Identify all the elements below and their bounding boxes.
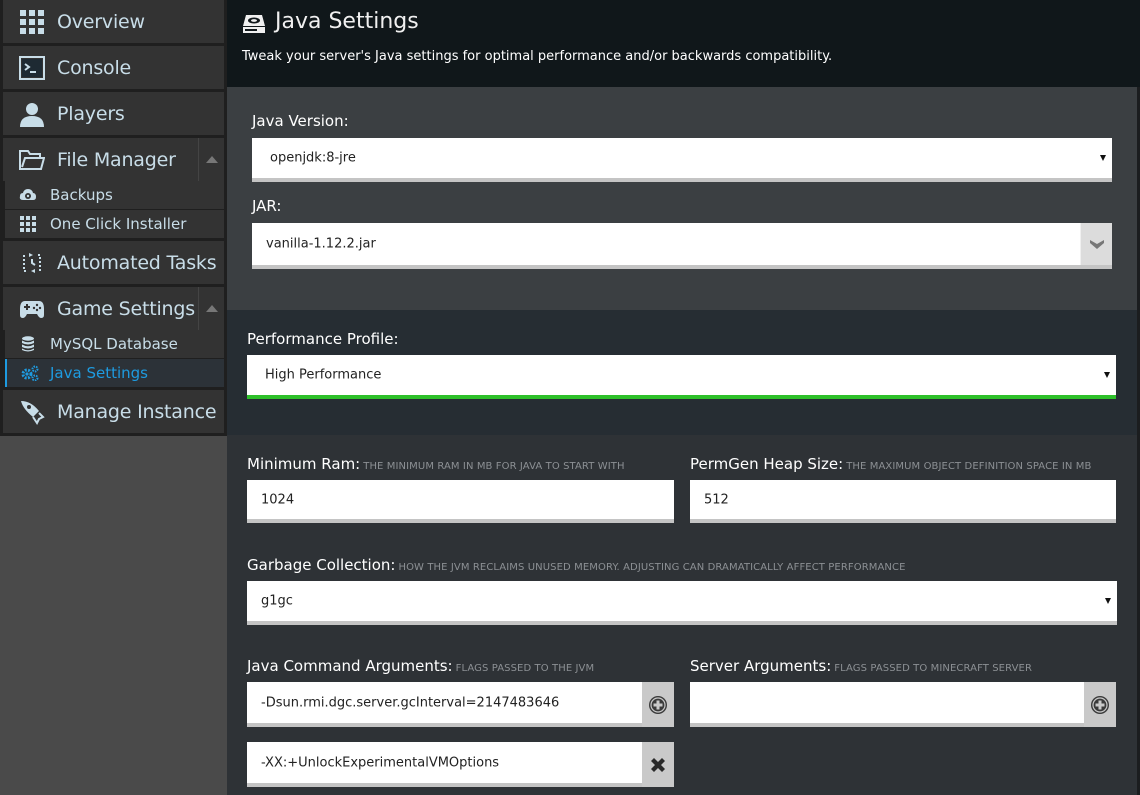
add-java-arg-button[interactable] — [642, 682, 674, 727]
server-arg-row — [690, 682, 1116, 727]
java-args-label-text: Java Command Arguments: — [247, 657, 453, 675]
permgen-heap-input[interactable]: 512 — [690, 480, 1116, 523]
remove-java-arg-button[interactable] — [642, 742, 674, 787]
sidebar-item-label: Game Settings — [57, 297, 195, 320]
close-icon — [651, 757, 665, 772]
sidebar-item-console[interactable]: Console — [3, 46, 224, 89]
server-args-label-text: Server Arguments: — [690, 657, 832, 675]
sidebar-item-java-settings[interactable]: Java Settings — [5, 359, 224, 387]
jar-label: JAR: — [252, 197, 282, 215]
sidebar-item-label: MySQL Database — [50, 335, 178, 353]
sidebar-item-label: Automated Tasks — [57, 251, 217, 274]
user-icon — [19, 101, 45, 127]
sidebar: Overview Console Players File Manager Ba… — [0, 0, 227, 795]
chevron-down-icon — [1089, 239, 1104, 249]
jar-value: vanilla-1.12.2.jar — [266, 236, 376, 252]
sidebar-item-label: Players — [57, 102, 125, 125]
main-content: Java Settings Tweak your server's Java s… — [227, 0, 1140, 795]
jar-select[interactable]: vanilla-1.12.2.jar — [252, 223, 1112, 269]
cogs-icon — [21, 364, 39, 382]
java-version-label: Java Version: — [252, 112, 349, 130]
sidebar-item-label: Java Settings — [50, 364, 148, 382]
sidebar-item-label: Console — [57, 56, 132, 79]
grid-icon — [19, 9, 45, 35]
performance-profile-value: High Performance — [265, 367, 382, 383]
chevron-up-icon — [205, 305, 218, 312]
page-subtitle: Tweak your server's Java settings for op… — [242, 49, 833, 64]
performance-profile-select[interactable]: High Performance — [247, 355, 1116, 399]
refresh-clock-icon — [19, 250, 45, 276]
collapse-toggle[interactable] — [198, 138, 224, 181]
terminal-icon — [19, 55, 45, 81]
plus-circle-icon — [1091, 695, 1109, 714]
page-header: Java Settings Tweak your server's Java s… — [227, 0, 1140, 87]
garbage-collection-select[interactable]: g1gc — [247, 581, 1117, 625]
backup-icon — [19, 186, 37, 204]
minimum-ram-label-text: Minimum Ram: — [247, 455, 361, 473]
java-args-label: Java Command Arguments: Flags passed to t… — [247, 657, 594, 675]
sidebar-item-one-click-installer[interactable]: One Click Installer — [5, 210, 224, 238]
add-server-arg-button[interactable] — [1084, 682, 1116, 727]
caret-down-icon — [1100, 155, 1106, 161]
sidebar-item-backups[interactable]: Backups — [5, 181, 224, 209]
garbage-collection-hint: How the JVM reclaims unused memory. Adju… — [398, 562, 906, 573]
sidebar-item-manage-instance[interactable]: Manage Instance — [3, 390, 224, 433]
jar-dropdown-button[interactable] — [1080, 223, 1112, 265]
sidebar-item-label: Manage Instance — [57, 400, 217, 423]
caret-down-icon — [1104, 372, 1110, 378]
java-arg-input[interactable]: -XX:+UnlockExperimentalVMOptions — [261, 755, 499, 770]
java-version-select[interactable]: openjdk:8-jre — [252, 138, 1112, 182]
garbage-collection-label-text: Garbage Collection: — [247, 556, 396, 574]
java-version-value: openjdk:8-jre — [270, 150, 356, 166]
sidebar-item-players[interactable]: Players — [3, 92, 224, 135]
sidebar-item-mysql-database[interactable]: MySQL Database — [5, 330, 224, 358]
permgen-heap-hint: The maximum object definition space in M… — [846, 461, 1092, 472]
sidebar-item-label: Backups — [50, 186, 113, 204]
java-arg-row: -Dsun.rmi.dgc.server.gcInterval=21474836… — [247, 682, 674, 727]
minimum-ram-hint: The minimum ram in MB for Java to start … — [363, 461, 625, 472]
sidebar-menu: Overview Console Players File Manager Ba… — [0, 0, 227, 436]
caret-down-icon — [1105, 598, 1111, 604]
minimum-ram-input[interactable]: 1024 — [247, 480, 674, 523]
minimum-ram-value: 1024 — [261, 492, 295, 507]
server-args-hint: Flags passed to Minecraft server — [834, 663, 1033, 674]
sidebar-item-label: Overview — [57, 10, 145, 33]
folder-icon — [19, 147, 45, 173]
performance-section: Performance Profile: High Performance — [227, 310, 1137, 435]
permgen-heap-label: PermGen Heap Size: The maximum object def… — [690, 455, 1091, 473]
page-title: Java Settings — [275, 9, 419, 34]
hard-drive-icon — [242, 14, 266, 34]
permgen-heap-label-text: PermGen Heap Size: — [690, 455, 844, 473]
chevron-up-icon — [205, 156, 218, 163]
file-manager-submenu: Backups One Click Installer — [5, 181, 224, 238]
performance-profile-label: Performance Profile: — [247, 330, 399, 348]
java-args-hint: Flags passed to the JVM — [455, 663, 595, 674]
sidebar-item-overview[interactable]: Overview — [3, 0, 224, 43]
sidebar-item-file-manager[interactable]: File Manager — [3, 138, 224, 181]
game-settings-submenu: MySQL Database Java Settings — [5, 330, 224, 387]
grid-icon — [19, 215, 37, 233]
plus-circle-icon — [649, 695, 667, 714]
garbage-collection-label: Garbage Collection: How the JVM reclaims … — [247, 556, 906, 574]
sidebar-item-game-settings[interactable]: Game Settings — [3, 287, 224, 330]
gamepad-icon — [19, 296, 45, 322]
minimum-ram-label: Minimum Ram: The minimum ram in MB for Ja… — [247, 455, 625, 473]
sidebar-item-automated-tasks[interactable]: Automated Tasks — [3, 241, 224, 284]
runtime-section: Java Version: openjdk:8-jre JAR: vanilla… — [227, 87, 1137, 310]
java-arg-row: -XX:+UnlockExperimentalVMOptions — [247, 742, 674, 787]
rocket-icon — [19, 399, 45, 425]
sidebar-item-label: One Click Installer — [50, 215, 187, 233]
permgen-heap-value: 512 — [704, 492, 729, 507]
advanced-section: Minimum Ram: The minimum ram in MB for Ja… — [227, 435, 1137, 795]
sidebar-item-label: File Manager — [57, 148, 176, 171]
database-icon — [19, 335, 37, 353]
java-arg-input[interactable]: -Dsun.rmi.dgc.server.gcInterval=21474836… — [261, 695, 559, 710]
server-args-label: Server Arguments: Flags passed to Minecra… — [690, 657, 1032, 675]
collapse-toggle[interactable] — [198, 287, 224, 330]
garbage-collection-value: g1gc — [261, 593, 293, 609]
